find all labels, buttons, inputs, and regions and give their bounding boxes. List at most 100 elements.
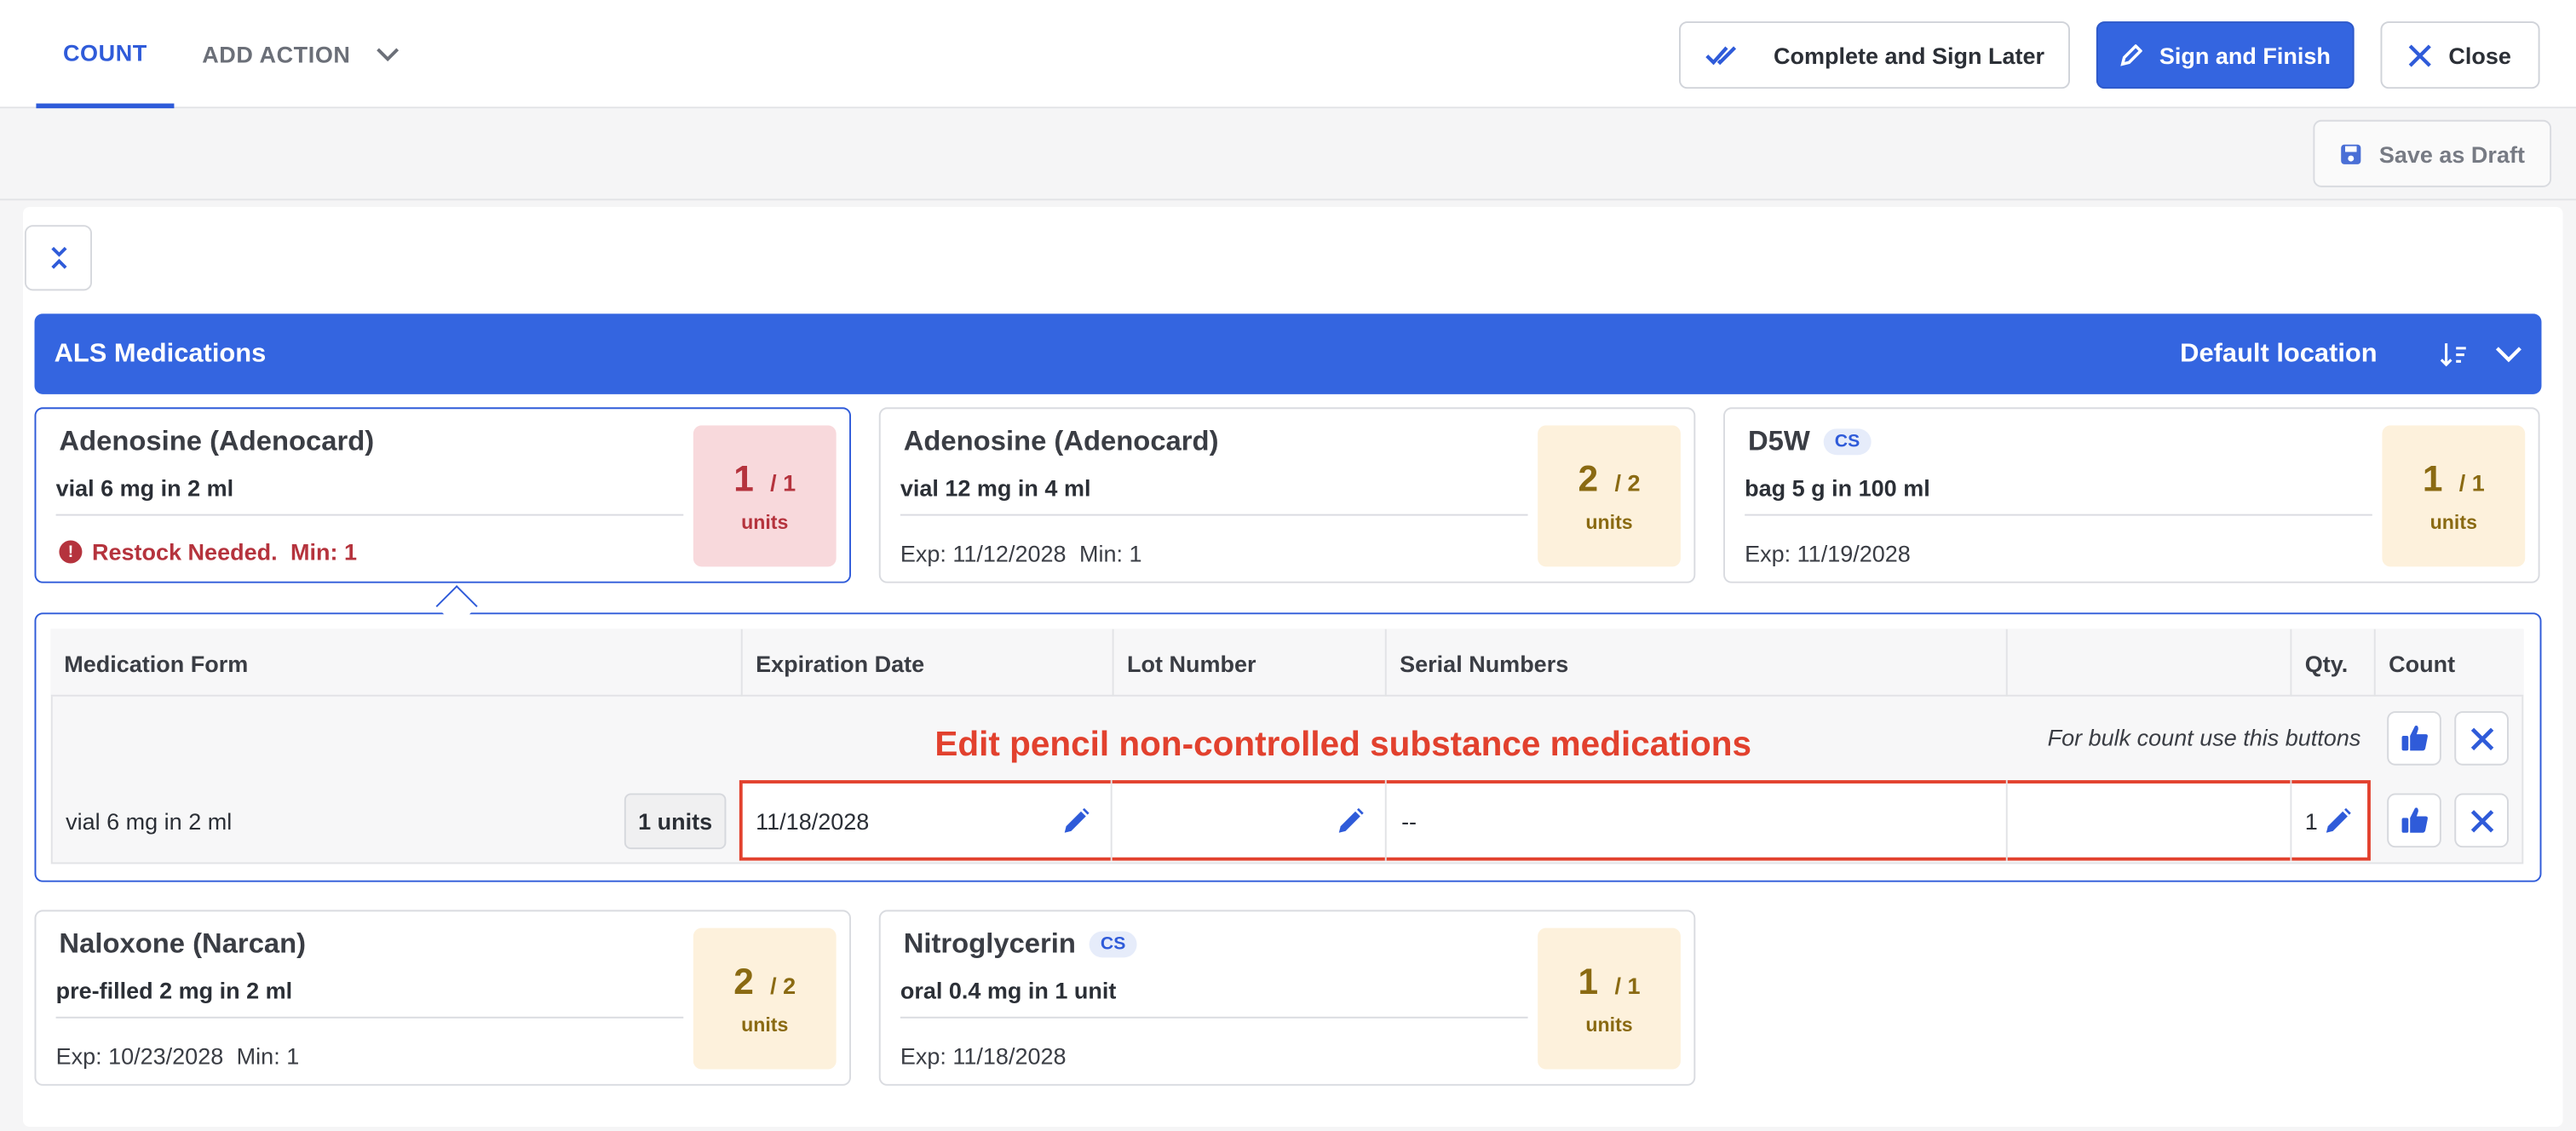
quantity-count: 1 xyxy=(1578,961,1599,1002)
medication-name-text: Nitroglycerin xyxy=(903,927,1076,960)
quantity-unit: units xyxy=(2429,510,2477,534)
units-pill: 1 units xyxy=(624,793,727,850)
bulk-approve-button[interactable] xyxy=(2387,711,2441,766)
pen-icon xyxy=(2120,43,2159,66)
sign-and-finish-label: Sign and Finish xyxy=(2159,42,2331,69)
edit-expiration-button[interactable] xyxy=(1061,807,1091,836)
expiration-date: Exp: 10/23/2028 xyxy=(55,1042,224,1070)
medication-card[interactable]: Adenosine (Adenocard) vial 6 mg in 2 ml … xyxy=(34,407,851,583)
card-divider xyxy=(900,514,1528,516)
edit-quantity-button[interactable] xyxy=(2323,807,2353,836)
quantity-count: 1 xyxy=(2422,458,2443,500)
bulk-reject-button[interactable] xyxy=(2454,711,2509,766)
quantity-unit: units xyxy=(741,1013,789,1036)
edit-lot-number-button[interactable] xyxy=(1336,807,1366,836)
medication-description: vial 12 mg in 4 ml xyxy=(900,474,1091,502)
medication-name: Adenosine (Adenocard) xyxy=(904,425,1219,458)
medication-name-text: Adenosine (Adenocard) xyxy=(903,425,1219,457)
collapse-all-button[interactable] xyxy=(24,225,92,291)
column-header: Lot Number xyxy=(1112,629,1385,697)
medication-name: Nitroglycerin CS xyxy=(904,928,1137,962)
close-icon xyxy=(2409,43,2448,66)
cs-badge: CS xyxy=(1089,931,1137,958)
tab-add-action[interactable]: ADD ACTION xyxy=(202,0,400,108)
quantity-box: 1 / 1 units xyxy=(1538,927,1681,1070)
expiration-info: Exp: 11/19/2028 xyxy=(1745,540,1911,566)
expiration-info: Exp: 11/18/2028 xyxy=(900,1043,1067,1070)
medication-name-text: Adenosine (Adenocard) xyxy=(59,425,375,457)
tab-count[interactable]: COUNT xyxy=(36,0,175,109)
location-select[interactable]: Default location xyxy=(2180,339,2377,369)
sign-and-finish-button[interactable]: Sign and Finish xyxy=(2096,21,2355,89)
column-header: Count xyxy=(2373,629,2524,697)
chevron-down-icon[interactable] xyxy=(2495,346,2521,362)
expiration-info: Exp: 11/12/2028 Min: 1 xyxy=(900,540,1142,566)
editable-fields-highlight xyxy=(739,780,2371,861)
medication-card[interactable]: Nitroglycerin CS oral 0.4 mg in 1 unit Ex… xyxy=(878,910,1696,1086)
medication-name: D5W CS xyxy=(1748,425,1872,458)
complete-sign-later-button[interactable]: Complete and Sign Later xyxy=(1678,21,2070,89)
restock-warning: ! Restock Needed. Min: 1 xyxy=(59,538,357,566)
tab-count-label: COUNT xyxy=(62,38,147,66)
cs-badge: CS xyxy=(1823,428,1872,456)
detail-table-header: Medication Form Expiration Date Lot Numb… xyxy=(50,629,2524,697)
close-button[interactable]: Close xyxy=(2380,21,2540,89)
column-header: Qty. xyxy=(2290,629,2373,697)
quantity-box: 2 / 2 units xyxy=(693,927,837,1070)
medication-name-text: D5W xyxy=(1747,425,1810,457)
thumbs-up-icon xyxy=(2400,807,2429,835)
annotation-text: Edit pencil non-controlled substance med… xyxy=(934,726,1752,764)
quantity-value: 1 xyxy=(2304,807,2318,834)
complete-sign-later-label: Complete and Sign Later xyxy=(1773,42,2045,69)
medication-card[interactable]: Adenosine (Adenocard) vial 12 mg in 4 ml… xyxy=(878,407,1696,583)
section-header[interactable]: ALS Medications Default location xyxy=(34,313,2542,394)
quantity-count: 1 xyxy=(733,458,754,500)
row-reject-button[interactable] xyxy=(2454,793,2509,848)
save-as-draft-button[interactable]: Save as Draft xyxy=(2313,119,2552,187)
medication-card[interactable]: Naloxone (Narcan) pre-filled 2 mg in 2 m… xyxy=(34,910,851,1086)
quantity-total: / 2 xyxy=(1614,469,1641,497)
restock-text: Restock Needed. xyxy=(91,538,278,566)
medication-name: Naloxone (Narcan) xyxy=(59,928,306,962)
cell-divider xyxy=(1110,780,1113,861)
expiration-date: Exp: 11/18/2028 xyxy=(900,1042,1067,1070)
quantity-count: 2 xyxy=(733,961,754,1002)
quantity-box: 1 / 1 units xyxy=(2382,425,2526,567)
row-approve-button[interactable] xyxy=(2387,793,2441,848)
quantity-box: 1 / 1 units xyxy=(693,425,837,567)
warning-icon: ! xyxy=(59,540,83,564)
quantity-count: 2 xyxy=(1578,458,1599,500)
medication-description: oral 0.4 mg in 1 unit xyxy=(900,977,1117,1004)
cell-divider xyxy=(2290,780,2292,861)
double-check-icon xyxy=(1705,43,1761,66)
medication-description: vial 6 mg in 2 ml xyxy=(55,474,234,502)
collapse-icon xyxy=(49,244,68,271)
expiration-date: Exp: 11/19/2028 xyxy=(1745,540,1911,567)
pencil-icon xyxy=(1336,807,1366,836)
sort-icon[interactable] xyxy=(2440,341,2470,367)
column-header: Medication Form xyxy=(64,649,249,676)
x-icon xyxy=(2470,809,2493,832)
expiration-date: Exp: 11/12/2028 xyxy=(900,540,1067,567)
card-divider xyxy=(55,1016,684,1019)
medication-card[interactable]: D5W CS bag 5 g in 100 ml Exp: 11/19/2028 … xyxy=(1723,407,2540,583)
min-quantity: Min: 1 xyxy=(236,1042,300,1070)
column-header: Serial Numbers xyxy=(1384,629,2006,697)
medication-form-cell: vial 6 mg in 2 ml xyxy=(66,807,233,834)
medication-name: Adenosine (Adenocard) xyxy=(59,425,374,458)
quantity-total: / 1 xyxy=(1614,972,1641,999)
tab-add-action-label: ADD ACTION xyxy=(202,41,351,68)
quantity-box: 2 / 2 units xyxy=(1538,425,1681,567)
quantity-total: / 2 xyxy=(770,972,796,999)
quantity-unit: units xyxy=(1585,510,1633,534)
card-divider xyxy=(900,1016,1528,1019)
pencil-icon xyxy=(2323,807,2353,836)
medication-description: pre-filled 2 mg in 2 ml xyxy=(55,977,293,1004)
medication-name-text: Naloxone (Narcan) xyxy=(59,927,307,960)
pencil-icon xyxy=(1061,807,1091,836)
quantity-total: / 1 xyxy=(770,469,796,497)
bulk-count-hint: For bulk count use this buttons xyxy=(2047,724,2361,751)
serial-numbers-value: -- xyxy=(1401,807,1417,834)
quantity-unit: units xyxy=(741,510,789,534)
column-header xyxy=(2005,629,2291,697)
